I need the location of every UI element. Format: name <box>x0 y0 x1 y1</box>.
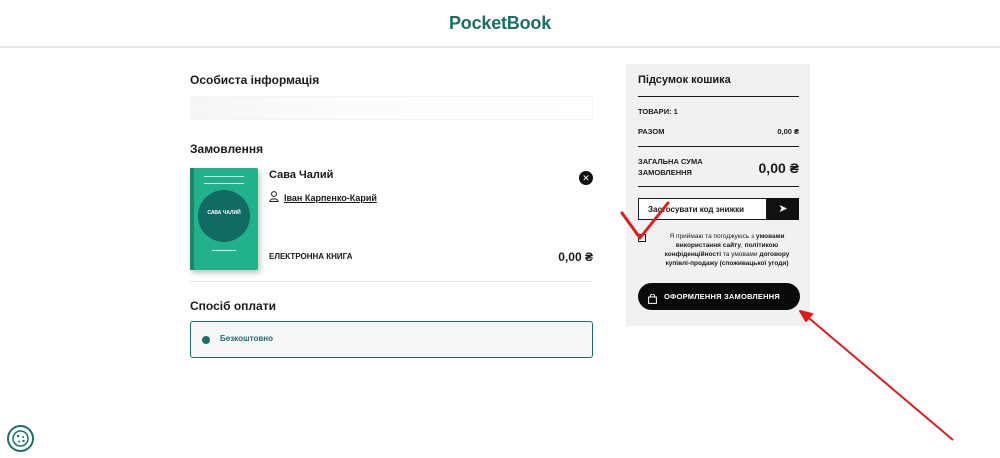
summary-title: Підсумок кошика <box>638 74 731 86</box>
cover-decoration-bottom <box>212 250 236 251</box>
product-format: ЕЛЕКТРОННА КНИГА <box>269 252 353 261</box>
payment-option-free[interactable]: Безкоштовно <box>190 321 593 358</box>
personal-info-field <box>190 96 593 120</box>
author-row[interactable]: Іван Карпенко-Карий <box>269 189 377 207</box>
radio-selected-icon[interactable] <box>202 336 210 344</box>
place-order-button[interactable]: ОФОРМЛЕННЯ ЗАМОВЛЕННЯ <box>638 283 800 310</box>
payment-title: Спосіб оплати <box>190 299 276 313</box>
payment-option-label: Безкоштовно <box>220 334 273 343</box>
send-arrow-icon[interactable]: ➤ <box>767 198 799 220</box>
shopping-bag-icon <box>648 291 657 309</box>
pocketbook-logo[interactable]: PocketBook <box>0 13 1000 34</box>
annotation-overlay <box>620 201 954 441</box>
order-title: Замовлення <box>190 142 264 156</box>
close-icon[interactable]: ✕ <box>579 171 593 185</box>
total-value: 0,00 ₴ <box>758 160 799 176</box>
subtotal-label: РАЗОМ <box>638 127 665 136</box>
person-icon <box>269 189 279 207</box>
product-title[interactable]: Сава Чалий <box>269 169 333 181</box>
total-label: ЗАГАЛЬНА СУМА ЗАМОВЛЕННЯ <box>638 157 703 177</box>
cover-emblem: САВА ЧАЛИЙ <box>198 190 250 242</box>
product-price: 0,00 ₴ <box>558 250 593 264</box>
arrow-annotation-icon <box>799 310 954 441</box>
personal-info-title: Особиста інформація <box>190 73 320 87</box>
cookie-settings-button[interactable] <box>7 425 34 452</box>
book-spine <box>190 168 194 270</box>
items-count: ТОВАРИ: 1 <box>638 107 678 116</box>
order-divider <box>190 281 593 282</box>
summary-divider <box>638 186 799 187</box>
cover-decoration <box>204 176 244 184</box>
promo-code-input[interactable]: Застосувати код знижки <box>638 198 767 220</box>
consent-checkbox[interactable] <box>638 234 646 242</box>
subtotal-value: 0,00 ₴ <box>777 127 799 136</box>
summary-divider <box>638 146 799 147</box>
author-link[interactable]: Іван Карпенко-Карий <box>284 193 377 203</box>
cart-summary-panel: Підсумок кошика ТОВАРИ: 1 РАЗОМ 0,00 ₴ З… <box>626 64 810 326</box>
book-cover-image[interactable]: САВА ЧАЛИЙ <box>190 168 258 270</box>
consent-text: Я приймаю та погоджуюсь з умовами викори… <box>653 232 801 268</box>
summary-divider <box>638 96 799 97</box>
consent-text-part: , <box>741 242 743 249</box>
consent-text-part: Я приймаю та погоджуюсь з <box>669 233 755 240</box>
consent-text-part: та умовами <box>722 251 758 258</box>
page-header: PocketBook <box>0 0 1000 48</box>
place-order-label: ОФОРМЛЕННЯ ЗАМОВЛЕННЯ <box>664 292 780 301</box>
cover-title: САВА ЧАЛИЙ <box>207 210 241 216</box>
